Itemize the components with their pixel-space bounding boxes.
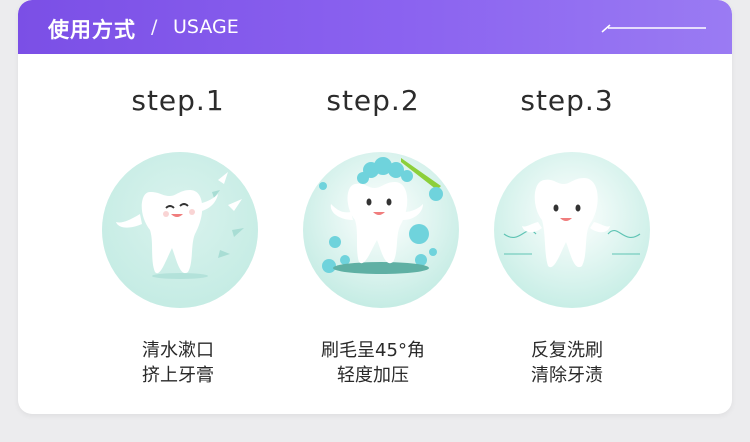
usage-header: 使用方式 / USAGE [18, 0, 732, 54]
step-title: step.3 [520, 84, 614, 117]
caption-line: 清水漱口 [142, 340, 214, 361]
caption-line: 轻度加压 [337, 365, 409, 386]
caption-line: 刷毛呈45°角 [321, 340, 425, 361]
header-subtitle: USAGE [173, 16, 239, 38]
step-title: step.1 [131, 84, 225, 117]
caption-line: 清除牙渍 [531, 365, 603, 386]
tooth-clean-icon [494, 152, 650, 308]
step-3-title: step.3 [467, 84, 667, 117]
step-title: step.2 [326, 84, 420, 117]
step-2-title: step.2 [273, 84, 473, 117]
step-1-title: step.1 [78, 84, 278, 117]
tooth-brush-foam-icon [303, 152, 459, 308]
step-2-caption: 刷毛呈45°角 轻度加压 [273, 338, 473, 388]
caption-line: 挤上牙膏 [142, 365, 214, 386]
caption-line: 反复洗刷 [531, 340, 603, 361]
header-separator: / [151, 16, 158, 38]
step-1-caption: 清水漱口 挤上牙膏 [78, 338, 278, 388]
header-title: 使用方式 [48, 18, 136, 42]
usage-card: 使用方式 / USAGE step.1 清水漱口 挤上牙膏 step.2 刷毛呈… [18, 0, 732, 414]
header-decorative-line-icon [601, 24, 706, 33]
step-3-caption: 反复洗刷 清除牙渍 [467, 338, 667, 388]
tooth-rinse-icon [102, 152, 258, 308]
